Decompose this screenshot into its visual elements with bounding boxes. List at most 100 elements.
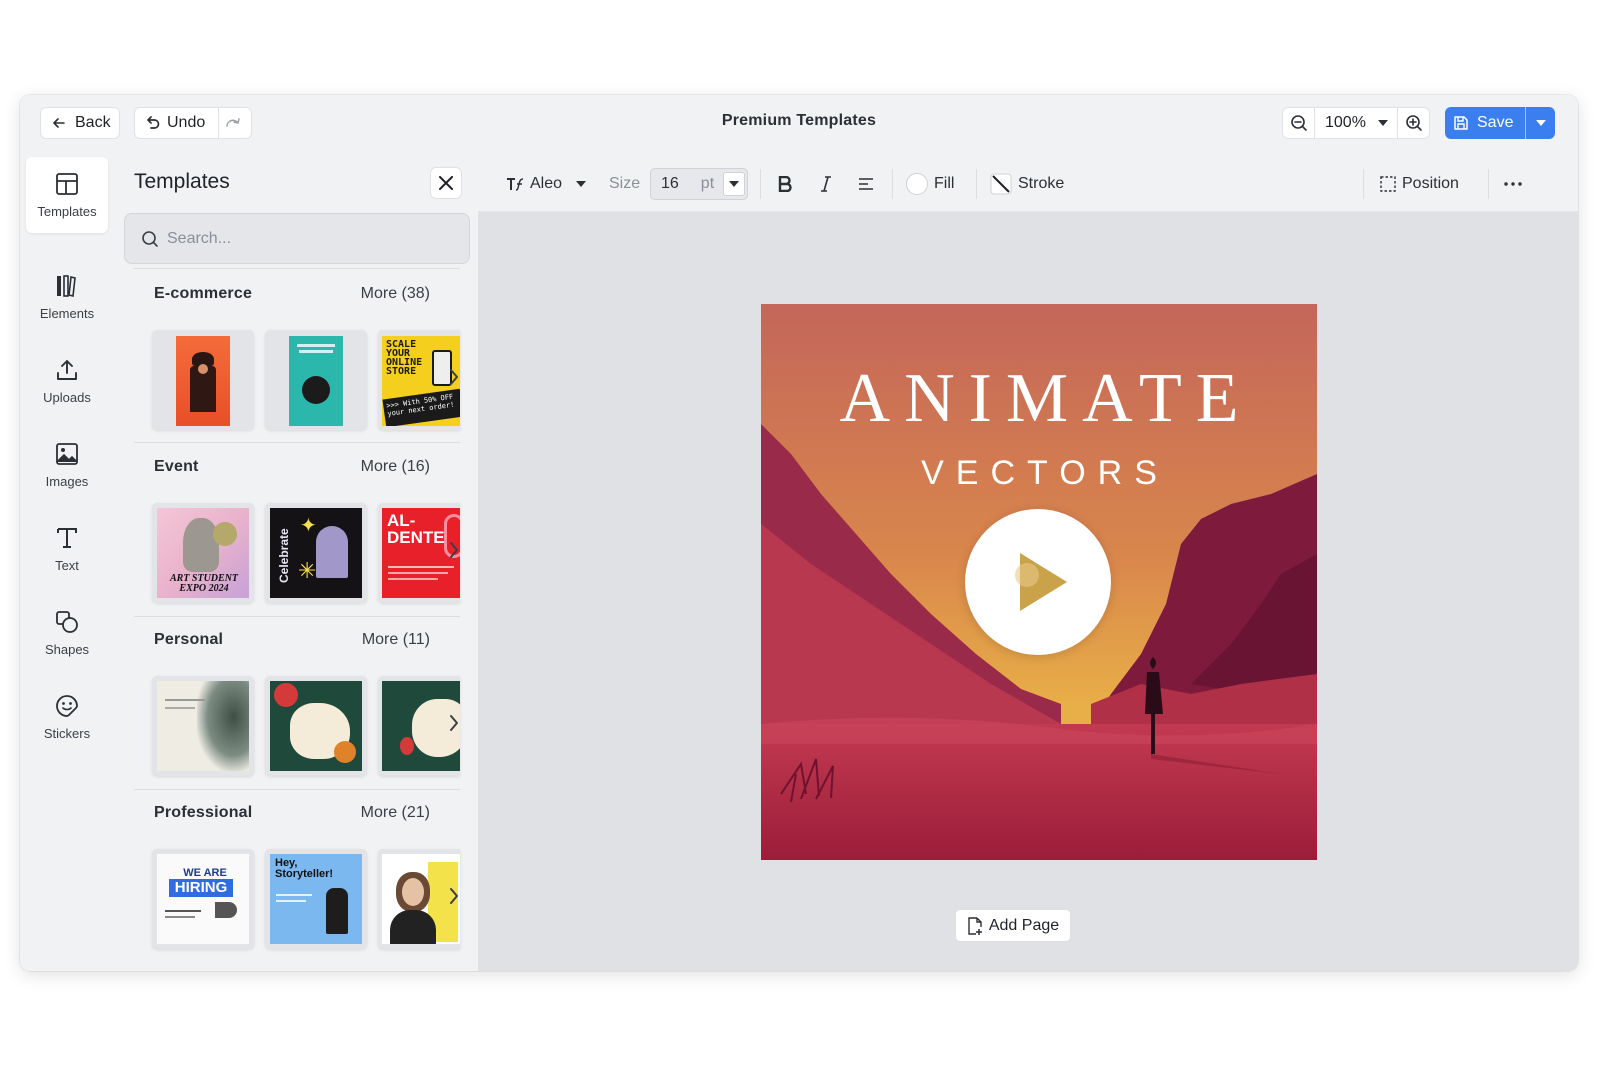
font-size-dropdown[interactable] <box>723 172 745 196</box>
template-preview <box>176 336 230 426</box>
position-button[interactable]: Position <box>1380 155 1459 212</box>
save-label: Save <box>1477 114 1514 131</box>
add-page-button[interactable]: Add Page <box>955 909 1071 942</box>
template-thumbnail[interactable] <box>378 849 460 949</box>
rail-item-label: Images <box>45 473 89 489</box>
more-link[interactable]: More (16) <box>361 458 430 476</box>
subheadline-text[interactable]: VECTORS <box>761 454 1317 493</box>
template-row-event: ART STUDENT EXPO 2024 Celebrate ✦ ✳ AL- … <box>134 503 460 603</box>
rail-item-shapes[interactable]: Shapes <box>26 595 108 671</box>
close-panel-button[interactable] <box>430 167 462 199</box>
back-label: Back <box>75 114 111 131</box>
zoom-in-button[interactable] <box>1398 108 1429 138</box>
rail-item-uploads[interactable]: Uploads <box>26 343 108 419</box>
redo-icon[interactable] <box>223 114 243 132</box>
caret-down-icon <box>1378 120 1388 126</box>
template-preview: Hey, Storyteller! <box>270 854 362 944</box>
chevron-right-icon[interactable] <box>449 714 459 732</box>
headline-text[interactable]: ANIMATE <box>761 359 1317 439</box>
font-icon <box>507 177 524 191</box>
add-page-icon <box>968 916 982 935</box>
image-icon <box>56 442 78 465</box>
more-link[interactable]: More (21) <box>361 804 430 822</box>
rail-item-elements[interactable]: Elements <box>26 259 108 335</box>
close-icon <box>439 176 453 190</box>
position-icon <box>1380 175 1396 192</box>
rail-item-label: Templates <box>37 203 97 219</box>
upload-icon <box>57 359 77 380</box>
chevron-right-icon[interactable] <box>449 368 459 386</box>
sticker-icon <box>56 694 78 717</box>
template-thumbnail[interactable] <box>152 676 254 776</box>
position-label: Position <box>1402 174 1459 192</box>
divider <box>1363 169 1364 199</box>
template-thumbnail[interactable]: WE ARE HIRING <box>152 849 254 949</box>
search-box[interactable] <box>124 213 470 264</box>
template-thumbnail[interactable]: SCALE YOUR ONLINE STORE >>> With 50% OFF… <box>378 330 460 430</box>
font-name: Aleo <box>530 174 563 192</box>
zoom-control: 100% <box>1282 107 1430 139</box>
template-thumbnail[interactable]: ART STUDENT EXPO 2024 <box>152 503 254 603</box>
add-page-label: Add Page <box>988 916 1060 934</box>
template-preview <box>270 681 362 771</box>
text-icon <box>57 527 77 548</box>
bold-button[interactable] <box>778 155 792 212</box>
font-select[interactable]: Aleo <box>506 155 587 212</box>
more-link[interactable]: More (38) <box>361 285 430 303</box>
zoom-out-button[interactable] <box>1283 108 1314 138</box>
thumbnail-text: SCALE YOUR ONLINE STORE <box>386 339 423 377</box>
thumbnail-text: AL- DENTE <box>387 511 445 547</box>
fill-button[interactable]: Fill <box>906 155 954 212</box>
template-preview: Celebrate ✦ ✳ <box>270 508 362 598</box>
template-thumbnail[interactable] <box>152 330 254 430</box>
artboard[interactable]: ANIMATE VECTORS <box>761 304 1317 860</box>
search-input[interactable] <box>167 229 447 248</box>
chevron-right-icon[interactable] <box>449 541 459 559</box>
save-options-dropdown[interactable] <box>1526 120 1555 126</box>
bold-icon <box>778 175 792 192</box>
divider <box>134 789 460 790</box>
template-thumbnail[interactable]: AL- DENTE <box>378 503 460 603</box>
rail-item-templates[interactable]: Templates <box>26 157 108 233</box>
template-thumbnail[interactable]: Hey, Storyteller! <box>265 849 367 949</box>
rail-item-label: Shapes <box>44 641 90 657</box>
save-button[interactable]: Save <box>1445 114 1525 132</box>
thumbnail-text: Hey, Storyteller! <box>275 857 334 880</box>
template-thumbnail[interactable] <box>265 330 367 430</box>
italic-icon <box>821 175 831 192</box>
thumbnail-text: WE ARE <box>183 867 227 879</box>
template-thumbnail[interactable] <box>265 676 367 776</box>
template-row-professional: WE ARE HIRING Hey, Storyteller! <box>134 849 460 949</box>
divider <box>134 268 460 269</box>
zoom-select[interactable]: 100% <box>1315 114 1397 132</box>
fill-label: Fill <box>934 174 955 192</box>
rail-item-text[interactable]: Text <box>26 511 108 587</box>
template-thumbnail[interactable]: Celebrate ✦ ✳ <box>265 503 367 603</box>
more-options-button[interactable] <box>1504 155 1522 212</box>
thumbnail-text: Celebrate <box>277 528 291 583</box>
italic-button[interactable] <box>820 155 832 212</box>
chevron-right-icon[interactable] <box>449 887 459 905</box>
align-button[interactable] <box>858 155 874 212</box>
floppy-disk-icon <box>1454 116 1468 130</box>
elements-icon <box>57 274 76 297</box>
stroke-label: Stroke <box>1018 174 1065 192</box>
caret-down-icon <box>1535 120 1546 126</box>
rail-item-stickers[interactable]: Stickers <box>26 679 108 755</box>
font-size-input[interactable]: 16 pt <box>650 168 748 200</box>
play-button[interactable] <box>965 509 1111 655</box>
rail-item-label: Stickers <box>43 725 91 741</box>
divider <box>760 169 761 199</box>
more-link[interactable]: More (11) <box>362 631 430 649</box>
layout-icon <box>56 172 78 195</box>
stroke-button[interactable]: Stroke <box>990 155 1064 212</box>
divider <box>218 108 219 138</box>
rail-item-images[interactable]: Images <box>26 427 108 503</box>
undo-label[interactable]: Undo <box>167 114 205 132</box>
zoom-out-icon <box>1290 115 1307 131</box>
divider <box>1488 169 1489 199</box>
rail-item-label: Uploads <box>43 389 91 405</box>
undo-icon[interactable] <box>143 115 161 131</box>
template-thumbnail[interactable] <box>378 676 460 776</box>
back-button[interactable]: Back <box>40 107 120 139</box>
